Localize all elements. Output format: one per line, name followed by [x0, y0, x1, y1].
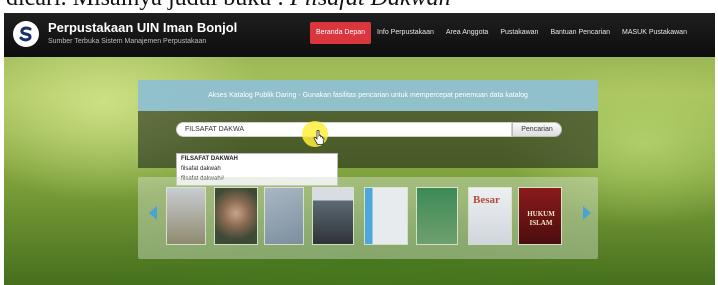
book-cover[interactable] — [264, 187, 304, 245]
book-cover[interactable]: Besar — [468, 187, 512, 245]
nav-item-beranda-depan[interactable]: Beranda Depan — [310, 22, 372, 44]
book-carousel: Besar HUKUM ISLAM — [138, 177, 598, 259]
book-cover-title: Besar — [473, 194, 500, 206]
book-cover-image — [365, 188, 407, 244]
site-logo[interactable] — [13, 21, 39, 47]
arrow-right-icon[interactable] — [580, 204, 594, 222]
nav-item-pustakawan[interactable]: Pustakawan — [494, 22, 544, 44]
autocomplete-item[interactable]: filsafat dakwah — [177, 164, 337, 174]
nav-item-area-anggota[interactable]: Area Anggota — [440, 22, 494, 44]
search-row: FILSAFAT DAKWA Pencarian — [176, 122, 562, 137]
book-cover-title: HUKUM ISLAM — [527, 210, 555, 227]
book-cover[interactable] — [214, 187, 258, 245]
arrow-left-icon[interactable] — [146, 204, 160, 222]
caption-emphasis: Filsafat Dakwah — [290, 0, 451, 11]
main-nav: Beranda Depan Info Perpustakaan Area Ang… — [310, 22, 693, 44]
nav-item-bantuan-pencarian[interactable]: Bantuan Pencarian — [544, 22, 616, 44]
book-cover-image — [167, 188, 205, 244]
caption-prefix: dicari. Misalnya judul buku : — [6, 0, 290, 11]
cover-strip: Besar HUKUM ISLAM — [166, 187, 566, 249]
site-header: Perpustakaan UIN Iman Bonjol Sumber Terb… — [4, 13, 715, 57]
logo-s-icon — [19, 26, 32, 42]
book-cover[interactable] — [312, 187, 354, 245]
hand-cursor-icon — [313, 130, 325, 145]
site-title[interactable]: Perpustakaan UIN Iman Bonjol — [48, 20, 237, 35]
book-cover-image — [215, 188, 257, 244]
nav-item-masuk-pustakawan[interactable]: MASUK Pustakawan — [616, 22, 693, 44]
book-cover[interactable] — [166, 187, 206, 245]
browser-screen: Perpustakaan UIN Iman Bonjol Sumber Terb… — [4, 13, 715, 285]
search-hint: Akses Katalog Publik Daring - Gunakan fa… — [138, 80, 598, 111]
search-button[interactable]: Pencarian — [512, 122, 562, 137]
autocomplete-item[interactable]: FILSAFAT DAKWAH — [177, 154, 337, 164]
book-cover-image — [417, 188, 457, 244]
book-cover[interactable] — [416, 187, 458, 245]
book-cover[interactable] — [364, 187, 408, 245]
book-cover-image — [265, 188, 303, 244]
nav-item-info-perpustakaan[interactable]: Info Perpustakaan — [371, 22, 440, 44]
search-input[interactable]: FILSAFAT DAKWA — [176, 122, 512, 137]
document-caption: dicari. Misalnya judul buku : Filsafat D… — [0, 0, 718, 11]
book-cover[interactable]: HUKUM ISLAM — [518, 187, 562, 245]
book-cover-image — [313, 188, 353, 244]
site-subtitle: Sumber Terbuka Sistem Manajemen Perpusta… — [48, 38, 207, 45]
